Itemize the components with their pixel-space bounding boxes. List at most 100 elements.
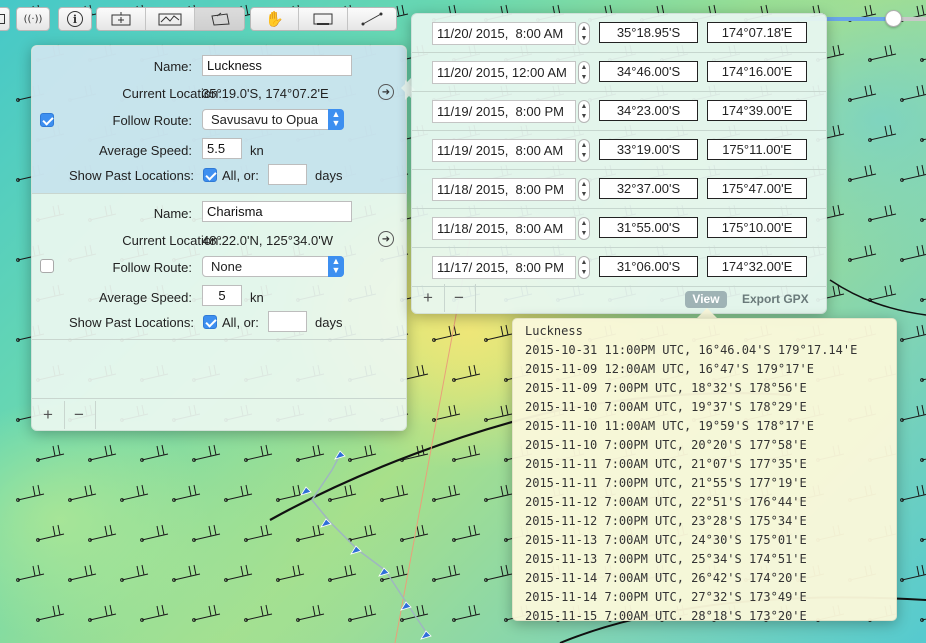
follow-route-value: None bbox=[211, 259, 243, 274]
wind-barb bbox=[921, 618, 926, 621]
wind-barb bbox=[193, 524, 221, 541]
wind-barb bbox=[921, 218, 926, 221]
latitude-field[interactable]: 31°06.00'S bbox=[599, 256, 698, 277]
date-stepper[interactable]: ▲ ▼ bbox=[578, 256, 590, 279]
measure-tool[interactable] bbox=[348, 8, 396, 30]
add-boat-tool[interactable] bbox=[97, 8, 146, 30]
longitude-field[interactable]: 175°10.00'E bbox=[707, 217, 807, 238]
go-to-location-button[interactable]: ➜ bbox=[378, 84, 394, 100]
latitude-field[interactable]: 34°46.00'S bbox=[599, 61, 698, 82]
longitude-field[interactable]: 174°32.00'E bbox=[707, 256, 807, 277]
wind-barb bbox=[349, 524, 377, 541]
latitude-field[interactable]: 31°55.00'S bbox=[599, 217, 698, 238]
longitude-field[interactable]: 175°11.00'E bbox=[707, 139, 807, 160]
date-time-field[interactable]: 11/17/ 2015, 8:00 PM bbox=[432, 256, 576, 279]
chevron-updown-icon: ▲ ▼ bbox=[328, 109, 344, 130]
wind-barb bbox=[245, 444, 273, 461]
follow-route-checkbox[interactable] bbox=[40, 259, 54, 273]
days-unit: days bbox=[315, 315, 343, 330]
date-time-field[interactable]: 11/20/ 2015, 8:00 AM bbox=[432, 22, 576, 45]
location-row: 11/20/ 2015, 12:00 AM ▲ ▼ 34°46.00'S 174°16.… bbox=[412, 53, 826, 92]
sidebar-toggle-button[interactable] bbox=[0, 7, 10, 31]
wind-barb bbox=[17, 484, 45, 501]
wind-barb bbox=[433, 564, 461, 581]
boat-location-tool[interactable] bbox=[195, 8, 244, 30]
gpx-position-line: 2015-11-13 7:00AM UTC, 24°30'S 175°01'E bbox=[525, 533, 807, 547]
boats-popover: Name: Luckness Current Location: 35°19.0… bbox=[31, 45, 407, 431]
latitude-field[interactable]: 32°37.00'S bbox=[599, 178, 698, 199]
wind-barb bbox=[349, 444, 377, 461]
route-tool[interactable] bbox=[146, 8, 195, 30]
add-location-button[interactable]: + bbox=[417, 288, 439, 308]
days-field[interactable] bbox=[268, 311, 307, 332]
latitude-field[interactable]: 34°23.00'S bbox=[599, 100, 698, 121]
date-time-field[interactable]: 11/19/ 2015, 8:00 PM bbox=[432, 100, 576, 123]
speed-unit: kn bbox=[250, 290, 264, 305]
go-to-location-button[interactable]: ➜ bbox=[378, 231, 394, 247]
current-location-value: 35°19.0'S, 174°07.2'E bbox=[202, 86, 329, 101]
date-time-field[interactable]: 11/18/ 2015, 8:00 PM bbox=[432, 178, 576, 201]
view-button[interactable]: View bbox=[685, 291, 727, 308]
location-row: 11/18/ 2015, 8:00 AM ▲ ▼ 31°55.00'S 175°10.0… bbox=[412, 209, 826, 248]
average-speed-field[interactable]: 5.5 bbox=[202, 138, 242, 159]
follow-route-select[interactable]: None ▲ ▼ bbox=[202, 256, 344, 277]
wind-barb bbox=[849, 84, 877, 101]
pan-tool[interactable]: ✋ bbox=[251, 8, 300, 30]
date-stepper[interactable]: ▲ ▼ bbox=[578, 100, 590, 123]
boat-name-field[interactable]: Luckness bbox=[202, 55, 352, 76]
info-button[interactable]: i bbox=[58, 7, 92, 31]
all-locations-checkbox[interactable] bbox=[203, 168, 217, 182]
date-stepper[interactable]: ▲ ▼ bbox=[578, 217, 590, 240]
date-time-field[interactable]: 11/18/ 2015, 8:00 AM bbox=[432, 217, 576, 240]
latitude-field[interactable]: 33°19.00'S bbox=[599, 139, 698, 160]
rectangle-select-icon bbox=[313, 13, 333, 25]
latitude-field[interactable]: 35°18.95'S bbox=[599, 22, 698, 43]
wind-barb bbox=[901, 84, 926, 101]
divider bbox=[64, 401, 65, 429]
view-tools-segment: ✋ bbox=[250, 7, 397, 31]
days-field[interactable] bbox=[268, 164, 307, 185]
all-locations-checkbox[interactable] bbox=[203, 315, 217, 329]
remove-boat-button[interactable]: − bbox=[68, 405, 90, 425]
wind-barb bbox=[69, 484, 97, 501]
rectangle-select-tool[interactable] bbox=[299, 8, 348, 30]
follow-route-value: Savusavu to Opua bbox=[211, 112, 318, 127]
follow-route-checkbox[interactable] bbox=[40, 113, 54, 127]
pan-hand-icon: ✋ bbox=[265, 10, 285, 28]
divider bbox=[95, 401, 96, 429]
follow-route-select[interactable]: Savusavu to Opua ▲ ▼ bbox=[202, 109, 344, 130]
boat-track bbox=[311, 454, 429, 636]
longitude-field[interactable]: 174°07.18'E bbox=[707, 22, 807, 43]
wind-barb bbox=[121, 484, 149, 501]
remove-location-button[interactable]: − bbox=[448, 288, 470, 308]
date-time-field[interactable]: 11/19/ 2015, 8:00 AM bbox=[432, 139, 576, 162]
wind-barb bbox=[921, 538, 926, 541]
wind-barb bbox=[485, 324, 513, 341]
date-stepper[interactable]: ▲ ▼ bbox=[578, 178, 590, 201]
add-boat-button[interactable]: + bbox=[37, 405, 59, 425]
broadcast-button[interactable]: ((·)) bbox=[16, 7, 50, 31]
add-boat-icon bbox=[111, 12, 131, 26]
date-time-field[interactable]: 11/20/ 2015, 12:00 AM bbox=[432, 61, 576, 84]
date-stepper[interactable]: ▲ ▼ bbox=[578, 61, 590, 84]
wind-barb bbox=[921, 58, 926, 61]
gpx-position-line: 2015-11-09 7:00PM UTC, 18°32'S 178°56'E bbox=[525, 381, 807, 395]
wind-barb bbox=[297, 524, 325, 541]
boats-footer: + − bbox=[32, 398, 406, 431]
gpx-text-popover[interactable]: Luckness 2015-10-31 11:00PM UTC, 16°46.04… bbox=[512, 318, 897, 621]
longitude-field[interactable]: 174°16.00'E bbox=[707, 61, 807, 82]
date-stepper[interactable]: ▲ ▼ bbox=[578, 22, 590, 45]
wind-barb bbox=[277, 564, 305, 581]
average-speed-field[interactable]: 5 bbox=[202, 285, 242, 306]
wind-barb bbox=[433, 484, 461, 501]
boat-name-field[interactable]: Charisma bbox=[202, 201, 352, 222]
export-gpx-button[interactable]: Export GPX bbox=[742, 291, 809, 308]
date-stepper[interactable]: ▲ ▼ bbox=[578, 139, 590, 162]
gpx-position-line: 2015-11-14 7:00PM UTC, 27°32'S 173°49'E bbox=[525, 590, 807, 604]
current-location-value: 48°22.0'N, 125°34.0'W bbox=[202, 233, 333, 248]
wind-barb bbox=[921, 138, 926, 141]
longitude-field[interactable]: 174°39.00'E bbox=[707, 100, 807, 121]
longitude-field[interactable]: 175°47.00'E bbox=[707, 178, 807, 199]
time-slider-knob[interactable] bbox=[885, 10, 902, 27]
wind-barb bbox=[453, 604, 481, 621]
